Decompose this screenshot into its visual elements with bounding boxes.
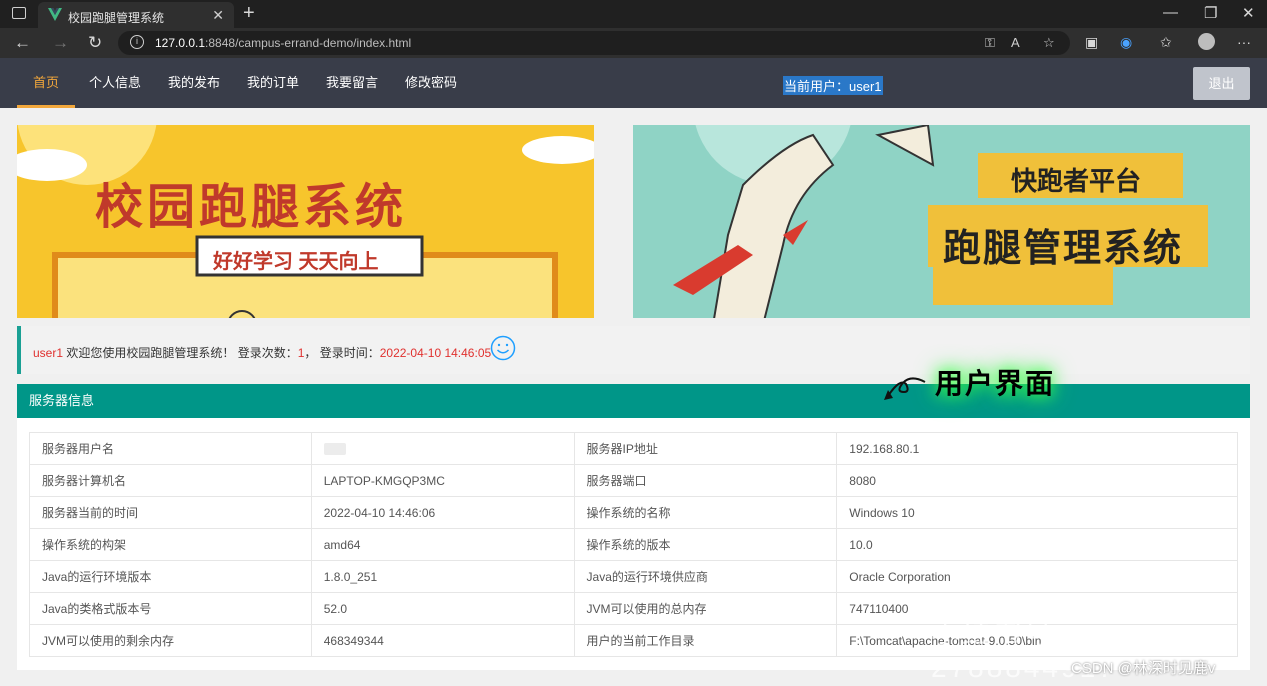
csdn-watermark: CSDN @林深时见鹿v	[1071, 660, 1216, 677]
key-icon[interactable]: ⚿	[985, 35, 995, 51]
info-value: amd64	[310, 528, 575, 561]
close-window-icon[interactable]: ✕	[1242, 4, 1255, 22]
info-value: Windows 10	[836, 496, 1238, 529]
smile-icon	[490, 335, 516, 361]
table-row: 服务器用户名 服务器IP地址 192.168.80.1	[29, 432, 1238, 465]
nav-profile[interactable]: 个人信息	[89, 58, 141, 108]
welcome-user: user1	[33, 346, 64, 360]
info-label: Java的类格式版本号	[29, 592, 312, 625]
nav-change-password[interactable]: 修改密码	[405, 58, 457, 108]
info-value: 1.8.0_251	[310, 560, 575, 593]
info-label: 服务器用户名	[29, 432, 312, 465]
more-menu-icon[interactable]: ···	[1237, 34, 1251, 50]
current-user-label: 当前用户：user1	[783, 76, 883, 95]
url-text: 127.0.0.1:8848/campus-errand-demo/index.…	[155, 36, 412, 50]
banner-campus-errand: 校园跑腿系统 好好学习 天天向上	[17, 125, 594, 318]
forward-icon[interactable]: →	[52, 33, 69, 53]
table-row: 操作系统的构架 amd64 操作系统的版本 10.0	[29, 528, 1238, 561]
refresh-icon[interactable]: ↻	[88, 33, 102, 53]
nav-my-posts[interactable]: 我的发布	[168, 58, 220, 108]
info-value	[310, 432, 575, 465]
banner-right-subtitle: 快跑者平台	[1011, 166, 1142, 196]
info-label: 服务器当前的时间	[29, 496, 312, 529]
favorite-add-icon[interactable]: ☆	[1043, 35, 1055, 51]
info-value: 52.0	[310, 592, 575, 625]
read-aloud-icon[interactable]: A	[1011, 35, 1020, 50]
info-value: 2022-04-10 14:46:06	[310, 496, 575, 529]
main-content: 校园跑腿系统 好好学习 天天向上 快跑者平台 跑腿管理系统 user1 欢迎您使…	[0, 108, 1267, 686]
info-label: 服务器计算机名	[29, 464, 312, 497]
info-label: 操作系统的版本	[573, 528, 838, 561]
tab-title: 校园跑腿管理系统	[68, 11, 165, 25]
browser-toolbar: ← → ↻ i 127.0.0.1:8848/campus-errand-dem…	[0, 28, 1267, 58]
banner-errand-platform: 快跑者平台 跑腿管理系统	[633, 125, 1250, 318]
info-value: 8080	[836, 464, 1238, 497]
browser-tab[interactable]: 校园跑腿管理系统 ✕	[38, 2, 234, 28]
nav-leave-message[interactable]: 我要留言	[326, 58, 378, 108]
info-label: JVM可以使用的总内存	[573, 592, 838, 625]
banner-left-slogan: 好好学习 天天向上	[213, 251, 379, 273]
info-value: 10.0	[836, 528, 1238, 561]
logout-button[interactable]: 退出	[1193, 67, 1250, 100]
redacted-value	[323, 443, 346, 456]
banner-right-title: 跑腿管理系统	[943, 228, 1184, 270]
back-icon[interactable]: ←	[14, 33, 31, 53]
info-label: JVM可以使用的剩余内存	[29, 624, 312, 657]
info-value: 468349344	[310, 624, 575, 657]
app-header: 首页 个人信息 我的发布 我的订单 我要留言 修改密码 当前用户：user1 退…	[0, 58, 1267, 108]
table-row: 服务器当前的时间 2022-04-10 14:46:06 操作系统的名称 Window…	[29, 496, 1238, 529]
table-row: 服务器计算机名 LAPTOP-KMGQP3MC 服务器端口 8080	[29, 464, 1238, 497]
info-value: 192.168.80.1	[836, 432, 1238, 465]
browser-tab-bar: 校园跑腿管理系统 ✕ + — ❐ ✕	[0, 0, 1267, 28]
site-info-icon[interactable]: i	[130, 35, 144, 49]
vue-logo-icon	[48, 8, 62, 21]
welcome-message: user1 欢迎您使用校园跑腿管理系统！ 登录次数：1， 登录时间：2022-0…	[17, 326, 1250, 374]
info-label: Java的运行环境供应商	[573, 560, 838, 593]
minimize-icon[interactable]: —	[1163, 4, 1178, 21]
info-label: 用户的当前工作目录	[573, 624, 838, 657]
info-label: Java的运行环境版本	[29, 560, 312, 593]
info-label: 操作系统的名称	[573, 496, 838, 529]
collections-icon[interactable]: ▣	[1085, 34, 1098, 51]
server-info-header: 服务器信息	[17, 384, 1250, 418]
new-tab-icon[interactable]: +	[243, 2, 255, 25]
banner-left-title: 校园跑腿系统	[95, 181, 408, 234]
info-label: 服务器端口	[573, 464, 838, 497]
tab-close-icon[interactable]: ✕	[212, 7, 224, 24]
info-value: LAPTOP-KMGQP3MC	[310, 464, 575, 497]
annotation-arrow	[884, 377, 926, 400]
maximize-icon[interactable]: ❐	[1204, 4, 1217, 22]
address-bar[interactable]: i 127.0.0.1:8848/campus-errand-demo/inde…	[118, 31, 1070, 55]
login-time: 2022-04-10 14:46:05	[379, 346, 492, 360]
nav-home[interactable]: 首页	[16, 58, 76, 108]
annotation-label: 用户界面	[935, 368, 1056, 399]
extension-icon[interactable]: ◉	[1120, 34, 1132, 51]
welcome-text: user1 欢迎您使用校园跑腿管理系统！ 登录次数：1， 登录时间：2022-0…	[33, 346, 492, 360]
table-row: Java的运行环境版本 1.8.0_251 Java的运行环境供应商 Oracle C…	[29, 560, 1238, 593]
info-label: 服务器IP地址	[573, 432, 838, 465]
nav-my-orders[interactable]: 我的订单	[247, 58, 299, 108]
profile-avatar-icon[interactable]	[1198, 33, 1215, 50]
favorites-icon[interactable]: ✩	[1160, 34, 1172, 51]
info-value: Oracle Corporation	[836, 560, 1238, 593]
info-label: 操作系统的构架	[29, 528, 312, 561]
window-menu-icon[interactable]	[12, 7, 26, 19]
